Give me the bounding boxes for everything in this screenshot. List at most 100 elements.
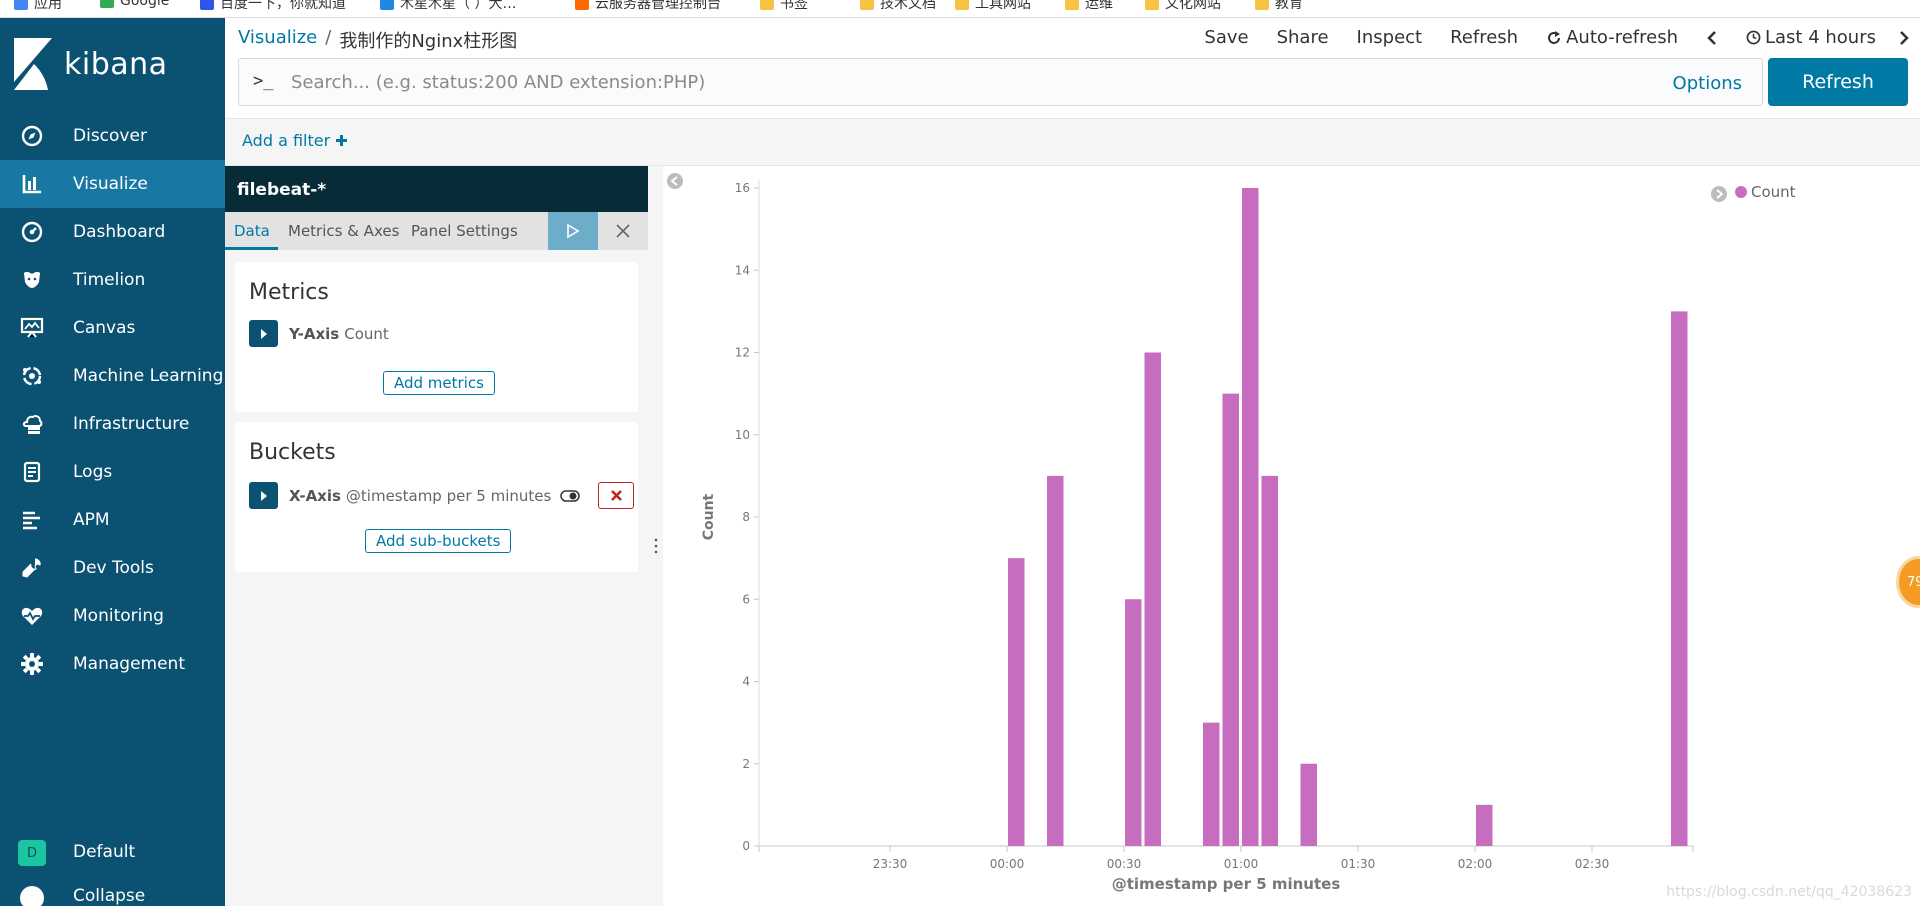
tab-metrics-axes[interactable]: Metrics & Axes [288, 222, 399, 240]
apm-icon [23, 511, 40, 530]
auto-refresh-button[interactable]: Auto-refresh [1546, 27, 1678, 48]
y-tick-label: 8 [742, 510, 750, 524]
y-tick-label: 12 [735, 346, 750, 360]
sidebar-item-apm[interactable]: APM [0, 496, 225, 544]
bookmark-bar: 应用 Google 百度一下，你就知道 木星木星（ ）大… 云服务器管理控制台 书签 技术文… [0, 0, 1920, 18]
bookmark-icon [575, 0, 589, 10]
space-selector[interactable]: D Default [0, 828, 225, 876]
collapse-button[interactable]: Collapse [0, 876, 225, 906]
chart-bar [1125, 599, 1142, 846]
expand-bucket-button[interactable] [249, 482, 278, 509]
sidebar-item-monitoring[interactable]: Monitoring [0, 592, 225, 640]
resize-handle-icon[interactable] [653, 536, 659, 556]
remove-bucket-button[interactable] [598, 482, 634, 509]
breadcrumb-visualize-link[interactable]: Visualize [238, 27, 317, 53]
sidebar-item-infrastructure[interactable]: Infrastructure [0, 400, 225, 448]
collapse-sidebar-icon[interactable] [667, 173, 683, 189]
sidebar-item-dev-tools[interactable]: Dev Tools [0, 544, 225, 592]
refresh-menu-button[interactable]: Refresh [1450, 27, 1518, 48]
legend-toggle-icon[interactable] [1711, 186, 1727, 202]
bookmark-icon [100, 0, 114, 8]
bookmark-item[interactable]: 应用 [14, 0, 62, 13]
expand-metric-button[interactable] [249, 320, 278, 347]
sidebar-item-dashboard[interactable]: Dashboard [0, 208, 225, 256]
chart-bar [1476, 804, 1493, 846]
inspect-button[interactable]: Inspect [1357, 27, 1423, 48]
bookmark-item[interactable]: 工具网站 [955, 0, 1031, 13]
sidebar-item-visualize[interactable]: Visualize [0, 160, 225, 208]
sidebar-item-canvas[interactable]: Canvas [0, 304, 225, 352]
x-tick-label: 00:00 [990, 857, 1025, 871]
chart-bar [1008, 558, 1025, 846]
time-back-button[interactable] [1706, 30, 1718, 46]
sidebar-item-label: Timelion [73, 270, 146, 290]
top-nav-bar: Visualize / 我制作的Nginx柱形图 Save Share Insp… [225, 18, 1920, 118]
bookmark-item[interactable]: 文化网站 [1145, 0, 1221, 13]
query-language-prompt: >_ [253, 71, 274, 91]
legend-swatch[interactable] [1735, 186, 1747, 198]
bookmark-icon [1145, 0, 1159, 10]
tab-data[interactable]: Data [234, 222, 270, 240]
search-input[interactable] [291, 67, 1591, 97]
chart-bar [1144, 352, 1161, 846]
close-icon [610, 490, 622, 501]
bookmark-label: 运维 [1085, 0, 1113, 12]
discard-changes-button[interactable] [598, 212, 648, 250]
caret-right-icon [260, 328, 267, 339]
breadcrumb-separator: / [325, 27, 332, 48]
sidebar-item-label: Dashboard [73, 222, 166, 242]
share-button[interactable]: Share [1277, 27, 1329, 48]
bookmark-item[interactable]: 木星木星（ ）大… [380, 0, 516, 13]
sidebar-item-label: Dev Tools [73, 558, 154, 578]
bookmark-label: 云服务器管理控制台 [595, 0, 721, 12]
x-tick-label: 00:30 [1107, 857, 1142, 871]
bookmark-item[interactable]: 教育 [1255, 0, 1303, 13]
chart-bar [1047, 475, 1064, 846]
space-avatar: D [18, 840, 46, 866]
bookmark-item[interactable]: 运维 [1065, 0, 1113, 13]
watermark: https://blog.csdn.net/qq_42038623 [1666, 884, 1912, 900]
close-icon [616, 224, 630, 238]
chart-bar [1242, 188, 1259, 846]
bucket-x-axis-row[interactable]: X-Axis @timestamp per 5 minutes [249, 482, 551, 509]
bookmark-icon [860, 0, 874, 10]
sidebar-nav: Discover Visualize Dashboard Timelion Canvas… [0, 112, 225, 688]
bookmark-label: 百度一下，你就知道 [220, 0, 346, 12]
sidebar-item-machine-learning[interactable]: Machine Learning [0, 352, 225, 400]
bookmark-item[interactable]: 云服务器管理控制台 [575, 0, 721, 13]
bookmark-icon [955, 0, 969, 10]
toggle-bucket-button[interactable] [555, 484, 585, 508]
sidebar-item-label: Logs [73, 462, 113, 482]
add-metrics-button[interactable]: Add metrics [383, 371, 495, 395]
time-picker-button[interactable]: Last 4 hours [1746, 27, 1876, 48]
dashboard-icon [21, 221, 43, 243]
bookmark-item[interactable]: 技术文档 [860, 0, 936, 13]
bookmark-item[interactable]: 百度一下，你就知道 [200, 0, 346, 13]
refresh-button[interactable]: Refresh [1768, 58, 1908, 106]
bookmark-item[interactable]: Google [100, 0, 169, 9]
tab-panel-settings[interactable]: Panel Settings [411, 222, 518, 240]
sidebar-item-timelion[interactable]: Timelion [0, 256, 225, 304]
y-tick-label: 14 [735, 263, 750, 277]
apply-changes-button[interactable] [548, 212, 598, 250]
sidebar-item-management[interactable]: Management [0, 640, 225, 688]
chart-bar [1203, 722, 1220, 846]
bookmark-item[interactable]: 书签 [760, 0, 808, 13]
bookmark-label: Google [120, 0, 170, 9]
bookmark-icon [1065, 0, 1079, 10]
add-sub-buckets-button[interactable]: Add sub-buckets [365, 529, 512, 553]
sidebar-item-discover[interactable]: Discover [0, 112, 225, 160]
options-button[interactable]: Options [1673, 73, 1742, 94]
query-bar: >_ Options [238, 58, 1763, 106]
space-label: Default [73, 842, 136, 862]
time-range-label: Last 4 hours [1765, 27, 1876, 48]
save-button[interactable]: Save [1204, 27, 1248, 48]
legend-label[interactable]: Count [1751, 183, 1796, 201]
sidebar-item-logs[interactable]: Logs [0, 448, 225, 496]
kibana-logo[interactable]: kibana [12, 38, 168, 90]
gear-icon [21, 653, 43, 675]
play-icon [567, 223, 580, 239]
add-filter-button[interactable]: Add a filter [242, 131, 348, 150]
time-forward-button[interactable] [1898, 30, 1910, 46]
metric-y-axis-row[interactable]: Y-Axis Count [249, 320, 389, 347]
